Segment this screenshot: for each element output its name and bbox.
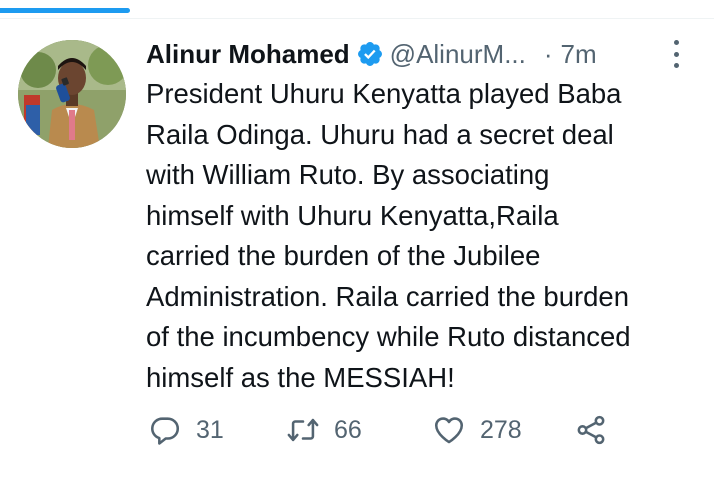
tweet-timestamp[interactable]: 7m [561,39,597,70]
share-icon [577,415,605,445]
avatar[interactable] [18,40,126,148]
tweet-header: Alinur Mohamed @AlinurM... · 7m [146,34,696,74]
heart-icon [434,417,464,444]
tab-indicator [0,8,130,13]
retweet-icon [287,418,319,442]
tweet-actions: 31 66 278 [146,410,706,450]
reply-count: 31 [196,415,224,444]
tweet-text: President Uhuru Kenyatta played Baba Rai… [146,78,631,393]
retweet-count: 66 [334,415,362,444]
avatar-photo [18,40,126,148]
author-handle[interactable]: @AlinurM... [390,39,526,70]
author-name[interactable]: Alinur Mohamed [146,39,350,70]
retweet-button[interactable]: 66 [286,410,362,450]
share-button[interactable] [574,410,608,450]
reply-icon [151,417,180,445]
verified-badge-icon [356,40,384,68]
more-options-icon[interactable] [664,38,688,70]
divider [0,18,714,19]
like-count: 278 [480,415,522,444]
like-button[interactable]: 278 [432,410,522,450]
reply-button[interactable]: 31 [148,410,224,450]
separator-dot: · [543,38,553,69]
